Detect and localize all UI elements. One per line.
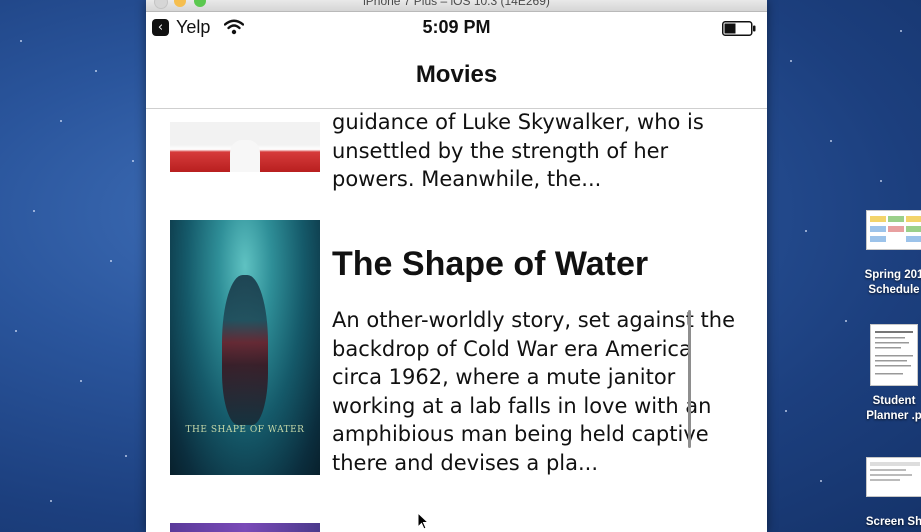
movie-poster-next — [170, 523, 320, 532]
navigation-bar: Movies — [146, 44, 767, 109]
desktop-file-label: Screen Sh — [865, 516, 921, 528]
spreadsheet-icon — [866, 210, 921, 250]
poster-artwork — [222, 275, 268, 425]
nav-title: Movies — [415, 61, 498, 88]
desktop-file-label: Spring 201 Schedule — [864, 269, 921, 296]
status-time: 5:09 PM — [422, 17, 491, 37]
movie-title: The Shape of Water — [332, 245, 649, 283]
simulator-window: iPhone 7 Plus – iOS 10.3 (14E269) ‹ Yelp… — [146, 0, 767, 532]
desktop-file-label: Student Planner .p — [866, 395, 921, 422]
status-bar: ‹ Yelp 5:09 PM — [146, 12, 767, 44]
movies-table[interactable]: guidance of Luke Skywalker, who is unset… — [146, 110, 767, 532]
pdf-document-icon — [870, 324, 918, 386]
movie-overview: An other-worldly story, set against the … — [332, 308, 736, 475]
movie-poster: THE SHAPE OF WATER — [170, 220, 320, 475]
movie-poster-previous — [170, 122, 320, 172]
simulator-title: iPhone 7 Plus – iOS 10.3 (14E269) — [363, 0, 550, 8]
poster-caption: THE SHAPE OF WATER — [185, 425, 305, 435]
scroll-indicator[interactable] — [688, 310, 691, 448]
battery-icon — [722, 21, 756, 36]
mouse-cursor-icon — [417, 512, 429, 530]
simulator-title-bar: iPhone 7 Plus – iOS 10.3 (14E269) — [146, 0, 767, 12]
movie-overview-previous: guidance of Luke Skywalker, who is unset… — [332, 110, 704, 192]
screenshot-icon — [866, 457, 921, 497]
